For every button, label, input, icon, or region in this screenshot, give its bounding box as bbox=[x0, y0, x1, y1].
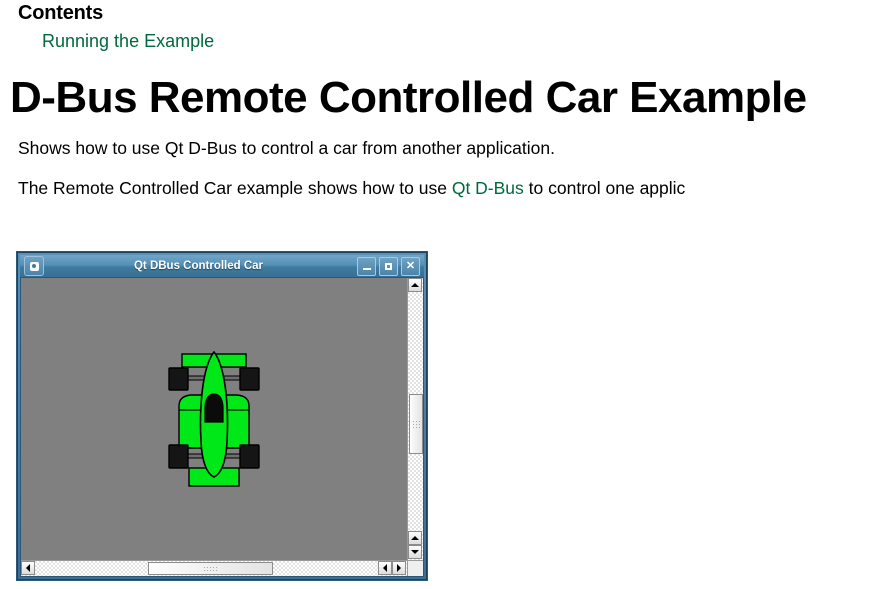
description-paragraph: The Remote Controlled Car example shows … bbox=[0, 160, 889, 200]
horizontal-scrollbar[interactable] bbox=[21, 560, 407, 576]
description-text-after-link: to control one applic bbox=[523, 177, 686, 198]
scroll-left-button-end[interactable] bbox=[378, 561, 392, 575]
car-tyre-front-right bbox=[239, 367, 260, 391]
scroll-left-arrow-icon bbox=[26, 564, 30, 572]
scroll-up-button-top[interactable] bbox=[408, 278, 422, 292]
scroll-up-arrow-icon-bottom bbox=[411, 536, 419, 540]
maximize-button[interactable] bbox=[379, 256, 398, 276]
scroll-up-arrow-icon bbox=[411, 283, 419, 287]
car-tyre-rear-right bbox=[239, 444, 260, 469]
scroll-left-button-start[interactable] bbox=[21, 561, 35, 575]
car-tyre-front-left bbox=[168, 367, 189, 391]
window-titlebar[interactable]: Qt DBus Controlled Car ✕ bbox=[20, 255, 424, 277]
vertical-scrollbar[interactable] bbox=[407, 278, 423, 560]
vertical-thumb-grip-icon bbox=[412, 420, 420, 428]
minimize-icon bbox=[358, 258, 375, 275]
table-of-contents: Running the Example bbox=[0, 25, 889, 53]
car-canvas[interactable] bbox=[21, 278, 407, 560]
summary-paragraph: Shows how to use Qt D-Bus to control a c… bbox=[18, 137, 555, 158]
scroll-up-button-bottom[interactable] bbox=[408, 531, 422, 545]
contents-heading: Contents bbox=[18, 2, 104, 24]
window-menu-button[interactable] bbox=[24, 256, 44, 276]
scroll-right-button[interactable] bbox=[392, 561, 406, 575]
vertical-scrollbar-thumb[interactable] bbox=[409, 394, 423, 454]
window-controls: ✕ bbox=[357, 256, 422, 276]
horizontal-scrollbar-thumb[interactable] bbox=[148, 562, 273, 575]
window-client-area bbox=[20, 277, 424, 577]
scrollbar-corner bbox=[407, 560, 423, 576]
scroll-down-button[interactable] bbox=[408, 545, 422, 559]
horizontal-thumb-grip-icon bbox=[204, 566, 217, 571]
window-title: Qt DBus Controlled Car bbox=[133, 260, 264, 272]
scroll-down-arrow-icon bbox=[411, 550, 419, 554]
car-graphic bbox=[159, 344, 269, 494]
qt-dbus-link[interactable]: Qt D-Bus bbox=[452, 178, 524, 198]
description-text-before-link: The Remote Controlled Car example shows … bbox=[18, 177, 452, 198]
car-cockpit bbox=[204, 393, 224, 423]
scroll-right-arrow-icon bbox=[397, 564, 401, 572]
toc-link-running-the-example[interactable]: Running the Example bbox=[42, 31, 214, 53]
car-tyre-rear-left bbox=[168, 444, 189, 469]
documentation-body: Contents Running the Example D-Bus Remot… bbox=[0, 0, 889, 199]
minimize-button[interactable] bbox=[357, 256, 376, 276]
scroll-left-arrow-icon-end bbox=[383, 564, 387, 572]
close-icon: ✕ bbox=[405, 259, 416, 272]
app-window-screenshot: Qt DBus Controlled Car ✕ bbox=[16, 251, 428, 581]
close-button[interactable]: ✕ bbox=[401, 256, 420, 276]
page-title: D-Bus Remote Controlled Car Example bbox=[10, 72, 807, 122]
window-menu-icon bbox=[29, 261, 39, 271]
car-svg bbox=[168, 350, 260, 487]
maximize-icon bbox=[380, 258, 397, 275]
